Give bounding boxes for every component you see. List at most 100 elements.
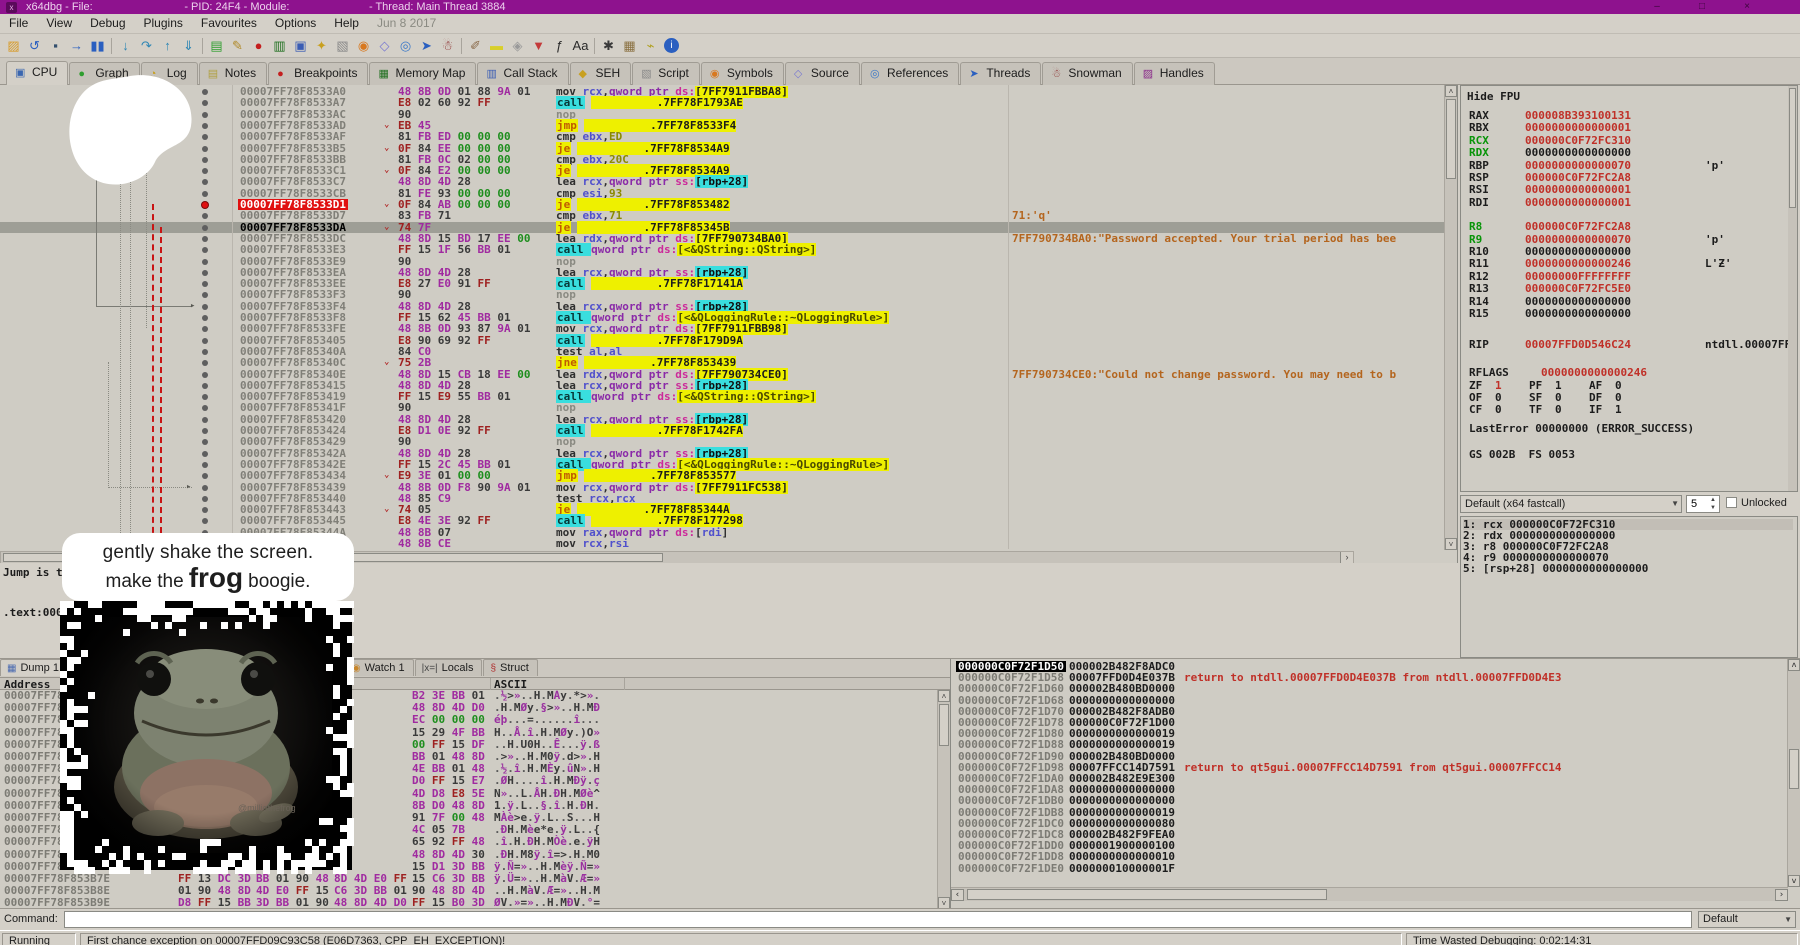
stack-row[interactable]: 000000C0F72F1D60000002B480BD0000 (951, 683, 1800, 694)
analysis-dot-icon[interactable] (202, 292, 208, 298)
analysis-dot-icon[interactable] (202, 247, 208, 253)
disasm-row[interactable]: 00007FF78F8533D783 FB 71cmp ebx,7171:'q' (0, 210, 1456, 221)
memory-map-icon[interactable]: ▥ (269, 36, 290, 56)
register-row-rdi[interactable]: RDI0000000000000001 (1469, 196, 1631, 209)
comment-icon[interactable]: ▬ (486, 36, 507, 56)
stack-panel[interactable]: 000000C0F72F1D50000002B482F8ADC0000000C0… (950, 659, 1800, 909)
analysis-dot-icon[interactable] (202, 428, 208, 434)
symbols-icon[interactable]: ◉ (353, 36, 374, 56)
analysis-dot-icon[interactable] (202, 507, 208, 513)
analysis-dot-icon[interactable] (202, 496, 208, 502)
call-stack-icon[interactable]: ▣ (290, 36, 311, 56)
notes-icon[interactable]: ✎ (227, 36, 248, 56)
disasm-row[interactable]: 00007FF78F8533A7E8 02 60 92 FFcall .7FF7… (0, 97, 1456, 108)
argument-row[interactable]: 5: [rsp+28] 0000000000000000 (1463, 563, 1793, 574)
register-row-r11[interactable]: R110000000000000246L'Ƶ' (1469, 257, 1631, 270)
seh-icon[interactable]: ✦ (311, 36, 332, 56)
vscroll-thumb[interactable] (1446, 99, 1456, 179)
disasm-row[interactable]: 00007FF78F8533F390nop (0, 289, 1456, 300)
disasm-row[interactable]: 00007FF78F853419FF 15 E9 55 BB 01call qw… (0, 391, 1456, 402)
pause-icon[interactable]: ▮▮ (87, 36, 108, 56)
strings-icon[interactable]: Aa (570, 36, 591, 56)
maximize-button[interactable]: □ (1689, 0, 1715, 14)
disasm-row[interactable]: 00007FF78F853405E8 90 69 92 FFcall .7FF7… (0, 335, 1456, 346)
analysis-dot-icon[interactable] (202, 417, 208, 423)
analysis-dot-icon[interactable] (202, 326, 208, 332)
tab-source[interactable]: ◇Source (785, 62, 860, 85)
step-out-icon[interactable]: ↑ (157, 36, 178, 56)
step-over-icon[interactable]: ↷ (136, 36, 157, 56)
analysis-dot-icon[interactable] (202, 236, 208, 242)
registers-scroll-thumb[interactable] (1789, 88, 1796, 208)
stack-scroll-right-icon[interactable]: › (1775, 889, 1788, 901)
tab-snowman[interactable]: ☃Snowman (1042, 62, 1132, 85)
tab-locals[interactable]: |x=|Locals (415, 659, 483, 676)
analysis-dot-icon[interactable] (202, 338, 208, 344)
script-icon[interactable]: ▧ (332, 36, 353, 56)
menu-item-favourites[interactable]: Favourites (192, 14, 266, 32)
disasm-row[interactable]: 00007FF78F8533C748 8D 4D 28lea rcx,qword… (0, 176, 1456, 187)
tab-struct[interactable]: §Struct (483, 659, 537, 676)
stack-scroll-down-icon[interactable]: ˅ (1788, 875, 1800, 887)
register-row-r12[interactable]: R1200000000FFFFFFFF (1469, 270, 1631, 283)
register-row-rcx[interactable]: RCX000000C0F72FC310 (1469, 134, 1631, 147)
tab-references[interactable]: ◎References (861, 62, 959, 85)
menu-item-help[interactable]: Help (325, 14, 368, 32)
disasm-row[interactable]: 00007FF78F8533EEE8 27 E0 91 FFcall .7FF7… (0, 278, 1456, 289)
arguments-box[interactable]: 1: rcx 000000C0F72FC3102: rdx 0000000000… (1460, 516, 1798, 658)
register-row-rsp[interactable]: RSP000000C0F72FC2A8 (1469, 171, 1631, 184)
snowman-icon[interactable]: ☃ (437, 36, 458, 56)
stack-scroll-left-icon[interactable]: ‹ (951, 889, 964, 901)
run-icon[interactable]: → (66, 36, 87, 56)
arg-count-stepper[interactable]: 5 ▲▼ (1686, 495, 1720, 513)
analysis-dot-icon[interactable] (202, 315, 208, 321)
calling-convention-select[interactable]: Default (x64 fastcall) ▼ (1460, 495, 1682, 513)
disasm-row[interactable]: 00007FF78F85340C⌄75 2Bjne .7FF78F853439 (0, 357, 1456, 368)
stack-row[interactable]: 000000C0F72F1DE0000000010000001F (951, 863, 1800, 874)
registers-scrollbar[interactable] (1788, 86, 1797, 491)
tab-watch-1[interactable]: ◉Watch 1 (345, 659, 414, 676)
analysis-dot-icon[interactable] (202, 360, 208, 366)
stepper-arrows-icon[interactable]: ▲▼ (1708, 496, 1718, 512)
analysis-dot-icon[interactable] (202, 394, 208, 400)
analysis-dot-icon[interactable] (202, 451, 208, 457)
about-icon[interactable]: i (664, 38, 679, 53)
menu-item-plugins[interactable]: Plugins (135, 14, 192, 32)
close-button[interactable]: × (1734, 0, 1760, 14)
disasm-row[interactable]: 00007FF78F85341F90nop (0, 402, 1456, 413)
disasm-row[interactable]: 00007FF78F8533FE48 8B 0D 93 87 9A 01mov … (0, 323, 1456, 334)
analysis-dot-icon[interactable] (202, 304, 208, 310)
function-icon[interactable]: ƒ (549, 36, 570, 56)
stack-row[interactable]: 000000C0F72F1D880000000000000019 (951, 739, 1800, 750)
register-row-r15[interactable]: R150000000000000000 (1469, 307, 1631, 320)
tab-call-stack[interactable]: ▥Call Stack (477, 62, 568, 85)
menu-item-debug[interactable]: Debug (81, 14, 134, 32)
disasm-row[interactable]: 00007FF78F853434⌄E9 3E 01 00 00jmp .7FF7… (0, 470, 1456, 481)
register-row-r14[interactable]: R140000000000000000 (1469, 295, 1631, 308)
disassembly-panel[interactable]: 00007FF78F8533A048 8B 0D 01 88 9A 01mov … (0, 85, 1458, 563)
register-row-rax[interactable]: RAX000008B393100131 (1469, 109, 1631, 122)
dump-scroll-up-icon[interactable]: ˄ (938, 690, 950, 702)
registers-box[interactable]: Hide FPU RAX000008B393100131RBX000000000… (1460, 85, 1798, 492)
register-row-r10[interactable]: R100000000000000000 (1469, 245, 1631, 258)
menu-item-file[interactable]: File (0, 14, 37, 32)
tab-breakpoints[interactable]: ●Breakpoints (268, 62, 368, 85)
disasm-row[interactable]: 00007FF78F85342990nop (0, 436, 1456, 447)
analysis-dot-icon[interactable] (202, 383, 208, 389)
disasm-row[interactable]: 00007FF78F8533AD⌄EB 45jmp .7FF78F8533F4 (0, 120, 1456, 131)
tab-handles[interactable]: ▨Handles (1134, 62, 1215, 85)
stack-row[interactable]: 000000C0F72F1DD80000000000000010 (951, 851, 1800, 862)
bookmark-icon[interactable]: ▼ (528, 36, 549, 56)
disasm-row[interactable]: 00007FF78F85343948 8B 0D F8 90 9A 01mov … (0, 482, 1456, 493)
register-row-rsi[interactable]: RSI0000000000000001 (1469, 183, 1631, 196)
register-row-r8[interactable]: R8000000C0F72FC2A8 (1469, 220, 1631, 233)
breakpoints-icon[interactable]: ● (248, 36, 269, 56)
dump-scroll-thumb[interactable] (939, 704, 949, 746)
analysis-dot-icon[interactable] (202, 225, 208, 231)
disasm-row[interactable]: 00007FF78F8533AF81 FB ED 00 00 00cmp ebx… (0, 131, 1456, 142)
breakpoint-dot-icon[interactable] (202, 202, 208, 208)
register-row-rdx[interactable]: RDX0000000000000000 (1469, 146, 1631, 159)
register-row-r13[interactable]: R13000000C0F72FC5E0 (1469, 282, 1631, 295)
threads-icon[interactable]: ➤ (416, 36, 437, 56)
stack-hscrollbar[interactable]: ‹ › (951, 887, 1788, 901)
